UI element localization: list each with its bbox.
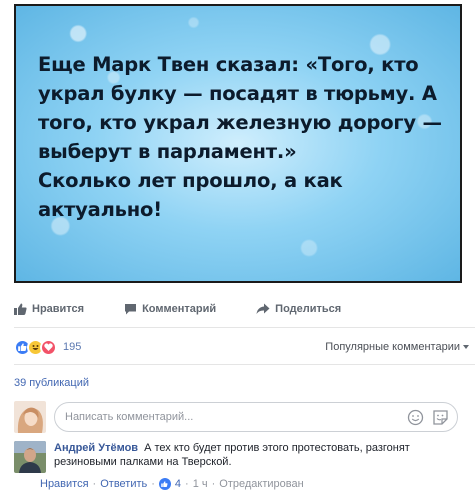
comment-like-link[interactable]: Нравится xyxy=(40,478,89,490)
comment-edited-label[interactable]: Отредактирован xyxy=(219,478,303,490)
share-button-label: Поделиться xyxy=(275,303,342,315)
caret-down-icon xyxy=(463,345,469,349)
comment-sort-label: Популярные комментарии xyxy=(325,341,460,353)
separator-dot: · xyxy=(211,478,216,490)
comment-input[interactable]: Написать комментарий... xyxy=(54,402,458,432)
sticker-icon[interactable] xyxy=(432,409,449,426)
comment-button[interactable]: Комментарий xyxy=(124,303,216,315)
commenter-avatar[interactable] xyxy=(14,441,46,473)
comment-actions: Нравится · Ответить · 4 · 1 ч · Отредакт… xyxy=(40,478,304,490)
separator-dot: · xyxy=(92,478,97,490)
compose-comment-row: Написать комментарий... xyxy=(14,399,475,435)
comment-like-count[interactable]: 4 xyxy=(175,478,181,490)
reaction-icons[interactable] xyxy=(14,338,57,356)
share-arrow-icon xyxy=(256,303,270,314)
speech-bubble-icon xyxy=(125,304,137,315)
comment-timestamp[interactable]: 1 ч xyxy=(193,478,208,490)
comment-item: Андрей Утёмов А тех кто будет против это… xyxy=(14,441,475,473)
thumbs-up-icon xyxy=(14,303,27,315)
separator-dot: · xyxy=(151,478,155,490)
comment-button-label: Комментарий xyxy=(142,303,217,315)
like-button[interactable]: Нравится xyxy=(14,303,84,315)
love-reaction-icon xyxy=(40,338,57,356)
comment-input-placeholder: Написать комментарий... xyxy=(65,411,194,423)
comment-sort-dropdown[interactable]: Популярные комментарии xyxy=(325,341,469,353)
separator-dot: · xyxy=(185,478,189,490)
reactions-summary: 195 Популярные комментарии xyxy=(14,337,475,357)
comment-body: Андрей Утёмов А тех кто будет против это… xyxy=(54,441,454,473)
current-user-avatar[interactable] xyxy=(14,401,46,433)
emoji-icon[interactable] xyxy=(407,409,424,426)
divider xyxy=(14,327,475,328)
comment-reply-link[interactable]: Ответить xyxy=(100,478,147,490)
reaction-count[interactable]: 195 xyxy=(63,341,81,353)
like-reaction-icon xyxy=(158,478,171,490)
quote-text: Еще Марк Твен сказал: «Того, кто украл б… xyxy=(38,53,442,221)
post-action-bar: Нравится Комментарий Поделиться xyxy=(14,298,462,320)
post-image-background: Еще Марк Твен сказал: «Того, кто украл б… xyxy=(16,6,460,281)
like-button-label: Нравится xyxy=(32,303,85,315)
share-button[interactable]: Поделиться xyxy=(256,303,341,315)
comment-author[interactable]: Андрей Утёмов xyxy=(54,442,138,454)
divider xyxy=(14,364,475,365)
post-image[interactable]: Еще Марк Твен сказал: «Того, кто украл б… xyxy=(14,4,462,283)
shares-count[interactable]: 39 публикаций xyxy=(14,377,89,389)
